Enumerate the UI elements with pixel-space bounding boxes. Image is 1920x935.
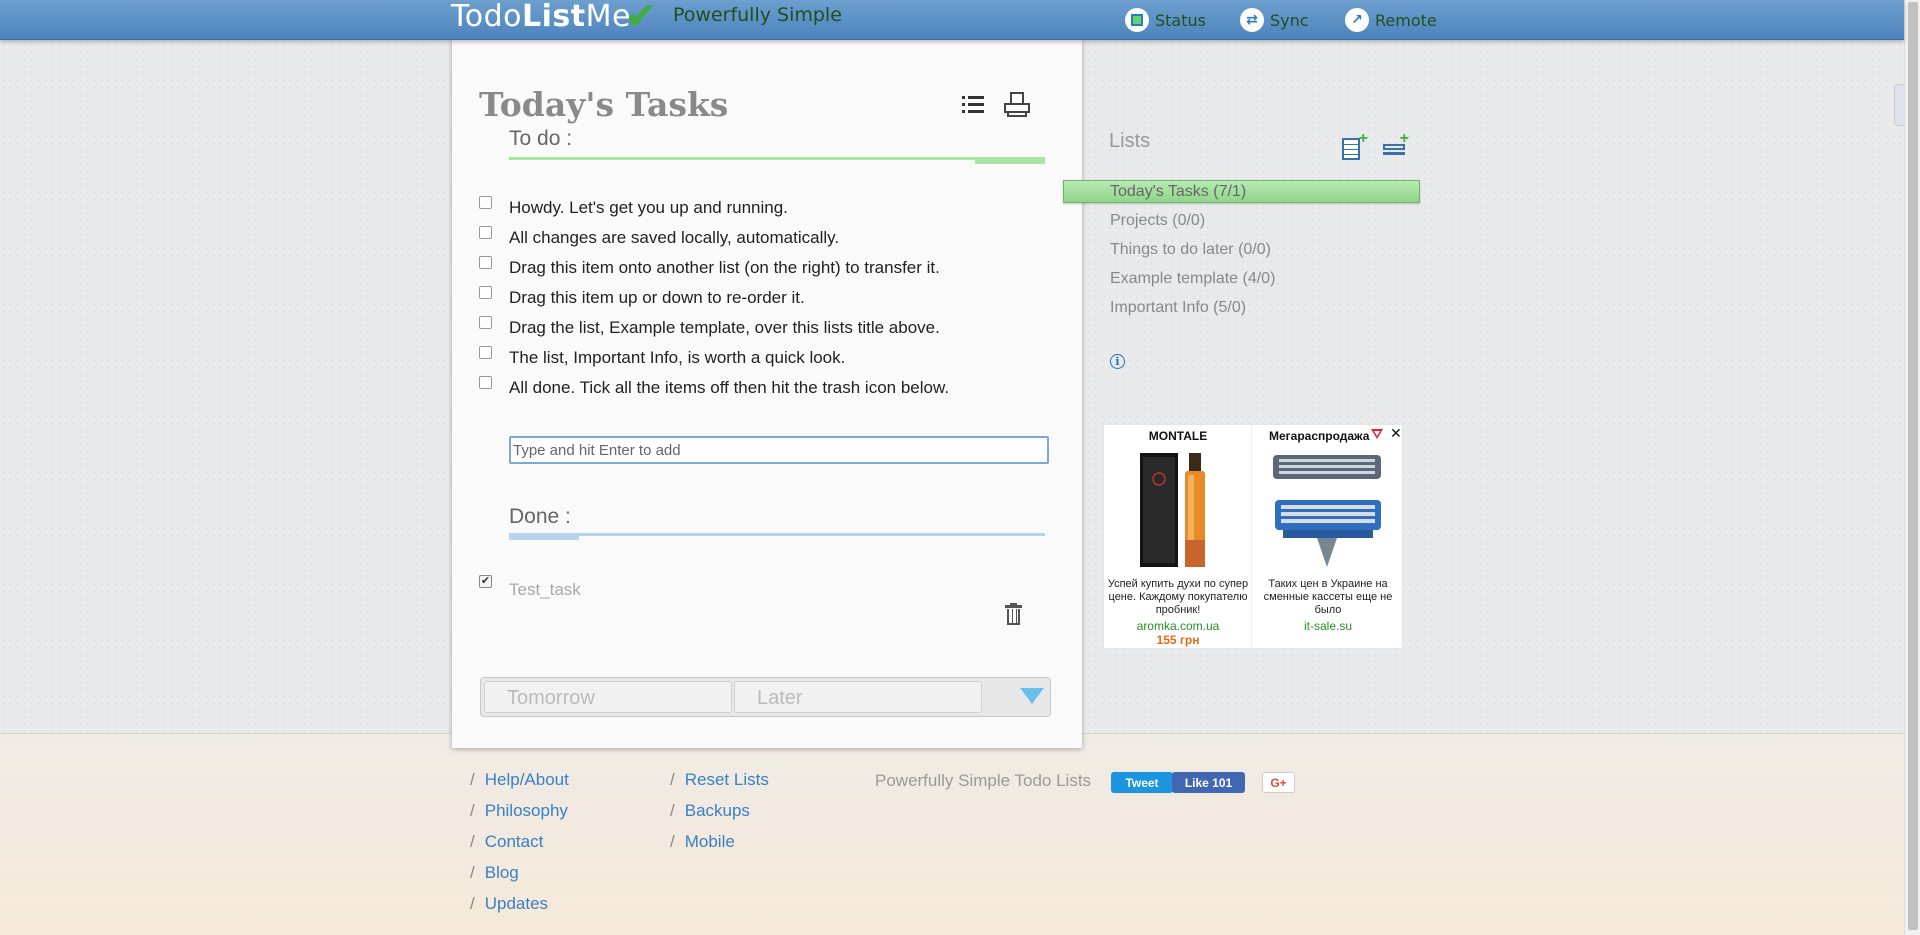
ad-description: Таких цен в Украине на сменные кассеты е…: [1263, 578, 1393, 616]
top-bar: TodoListMe ✔ Powerfully Simple Status ⇄ …: [0, 0, 1904, 40]
bottom-tabs: Tomorrow Later: [480, 677, 1051, 717]
item-text: Drag the list, Example template, over th…: [509, 318, 940, 337]
footer-link-reset-lists[interactable]: / Reset Lists: [670, 770, 769, 791]
item-checkbox[interactable]: [479, 226, 492, 239]
perfume-image: [1140, 453, 1205, 567]
adchoices-icon[interactable]: [1369, 427, 1385, 441]
footer-links-col-1: / Help/About / Philosophy / Contact / Blog /…: [470, 770, 569, 915]
done-list-item[interactable]: ✔ Test_task: [479, 571, 779, 601]
header-tagline: Powerfully Simple: [673, 4, 842, 26]
list-entry-todays-tasks[interactable]: Today's Tasks (7/1): [1063, 180, 1420, 203]
status-button[interactable]: Status: [1125, 7, 1206, 33]
item-text: Drag this item up or down to re-order it…: [509, 288, 805, 307]
scrollbar-thumb[interactable]: [1908, 2, 1918, 930]
print-icon[interactable]: [1004, 92, 1030, 118]
item-text: Drag this item onto another list (on the…: [509, 258, 940, 277]
side-tab-handle[interactable]: [1894, 84, 1904, 126]
done-divider: [509, 533, 1045, 540]
footer-links-col-2: / Reset Lists / Backups / Mobile: [670, 770, 769, 853]
list-item[interactable]: Howdy. Let's get you up and running.: [479, 192, 1059, 222]
footer: [0, 733, 1904, 935]
checkmark-icon: ✔: [625, 0, 657, 38]
todo-section-title: To do :: [509, 127, 573, 150]
remote-button[interactable]: ↗ Remote: [1345, 7, 1437, 33]
list-item[interactable]: All changes are saved locally, automatic…: [479, 222, 1059, 252]
new-list-icon[interactable]: +: [1340, 131, 1368, 162]
logo-part-list: List: [521, 0, 586, 34]
footer-link-mobile[interactable]: / Mobile: [670, 832, 769, 853]
done-item-text: Test_task: [509, 580, 581, 599]
item-text: The list, Important Info, is worth a qui…: [509, 348, 846, 367]
remote-icon: ↗: [1345, 8, 1369, 32]
ad-price: 155 грн: [1156, 633, 1200, 647]
sync-icon: ⇄: [1240, 8, 1264, 32]
item-checkbox[interactable]: [479, 256, 492, 269]
item-checkbox[interactable]: [479, 376, 492, 389]
list-entry-important-info[interactable]: Important Info (5/0): [1063, 296, 1420, 325]
ad-card-razor[interactable]: Мегараспродажа Таких цен в Украине на см…: [1254, 425, 1402, 648]
footer-link-philosophy[interactable]: / Philosophy: [470, 801, 569, 822]
task-list-card: Today's Tasks To do : Howdy. Let's get y…: [452, 40, 1082, 748]
lists-panel: Today's Tasks (7/1) Projects (0/0) Thing…: [1063, 180, 1420, 325]
footer-link-contact[interactable]: / Contact: [470, 832, 569, 853]
todo-divider: [509, 157, 1045, 164]
list-title[interactable]: Today's Tasks: [479, 85, 728, 124]
footer-tagline: Powerfully Simple Todo Lists: [875, 771, 1092, 790]
tab-later[interactable]: Later: [734, 681, 982, 713]
list-entry-example-template[interactable]: Example template (4/0): [1063, 267, 1420, 296]
footer-link-blog[interactable]: / Blog: [470, 863, 569, 884]
item-checkbox[interactable]: [479, 316, 492, 329]
status-label: Status: [1155, 10, 1206, 30]
list-entry-projects[interactable]: Projects (0/0): [1063, 209, 1420, 238]
status-icon: [1125, 8, 1149, 32]
add-list-icon[interactable]: +: [1383, 130, 1409, 158]
list-entry-things-to-do-later[interactable]: Things to do later (0/0): [1063, 238, 1420, 267]
remote-label: Remote: [1375, 10, 1437, 30]
facebook-like-button[interactable]: Like 101: [1172, 772, 1245, 793]
logo-part-todo: Todo: [451, 0, 522, 34]
item-text: All changes are saved locally, automatic…: [509, 228, 840, 247]
tab-tomorrow[interactable]: Tomorrow: [484, 681, 732, 713]
tweet-button[interactable]: Tweet: [1111, 772, 1173, 793]
sync-button[interactable]: ⇄ Sync: [1240, 7, 1309, 33]
footer-link-help[interactable]: / Help/About: [470, 770, 569, 791]
footer-link-backups[interactable]: / Backups: [670, 801, 769, 822]
page-scrollbar[interactable]: [1904, 0, 1920, 935]
expand-arrow-icon[interactable]: [1020, 688, 1044, 704]
ad-link[interactable]: aromka.com.ua: [1104, 619, 1252, 633]
done-section-title: Done :: [509, 505, 571, 528]
item-text: Howdy. Let's get you up and running.: [509, 198, 788, 217]
item-checkbox[interactable]: [479, 196, 492, 209]
list-view-icon[interactable]: [962, 94, 984, 116]
app-logo[interactable]: TodoListMe: [451, 0, 631, 36]
google-plus-button[interactable]: G+: [1262, 772, 1295, 793]
todo-items: Howdy. Let's get you up and running. All…: [479, 192, 1059, 402]
info-icon[interactable]: i: [1110, 354, 1125, 369]
sync-label: Sync: [1270, 10, 1309, 30]
list-item[interactable]: Drag the list, Example template, over th…: [479, 312, 1059, 342]
list-item[interactable]: All done. Tick all the items off then hi…: [479, 372, 1059, 402]
close-icon[interactable]: ✕: [1390, 425, 1402, 442]
item-text: All done. Tick all the items off then hi…: [509, 378, 950, 397]
done-item-checkbox[interactable]: ✔: [479, 575, 492, 588]
footer-link-updates[interactable]: / Updates: [470, 894, 569, 915]
list-item[interactable]: Drag this item onto another list (on the…: [479, 252, 1059, 282]
advertisement: MONTALE Успей купить духи по супер цене.…: [1103, 424, 1403, 649]
ad-brand: MONTALE: [1148, 429, 1208, 443]
lists-panel-title: Lists: [1109, 130, 1151, 152]
add-item-input[interactable]: [509, 436, 1049, 464]
trash-icon[interactable]: [1005, 603, 1022, 625]
ad-card-perfume[interactable]: MONTALE Успей купить духи по супер цене.…: [1104, 425, 1252, 648]
ad-link[interactable]: it-sale.su: [1254, 619, 1402, 633]
razor-cartridge-image: [1273, 455, 1381, 567]
item-checkbox[interactable]: [479, 286, 492, 299]
list-item[interactable]: The list, Important Info, is worth a qui…: [479, 342, 1059, 372]
list-item[interactable]: Drag this item up or down to re-order it…: [479, 282, 1059, 312]
item-checkbox[interactable]: [479, 346, 492, 359]
ad-description: Успей купить духи по супер цене. Каждому…: [1107, 578, 1249, 616]
